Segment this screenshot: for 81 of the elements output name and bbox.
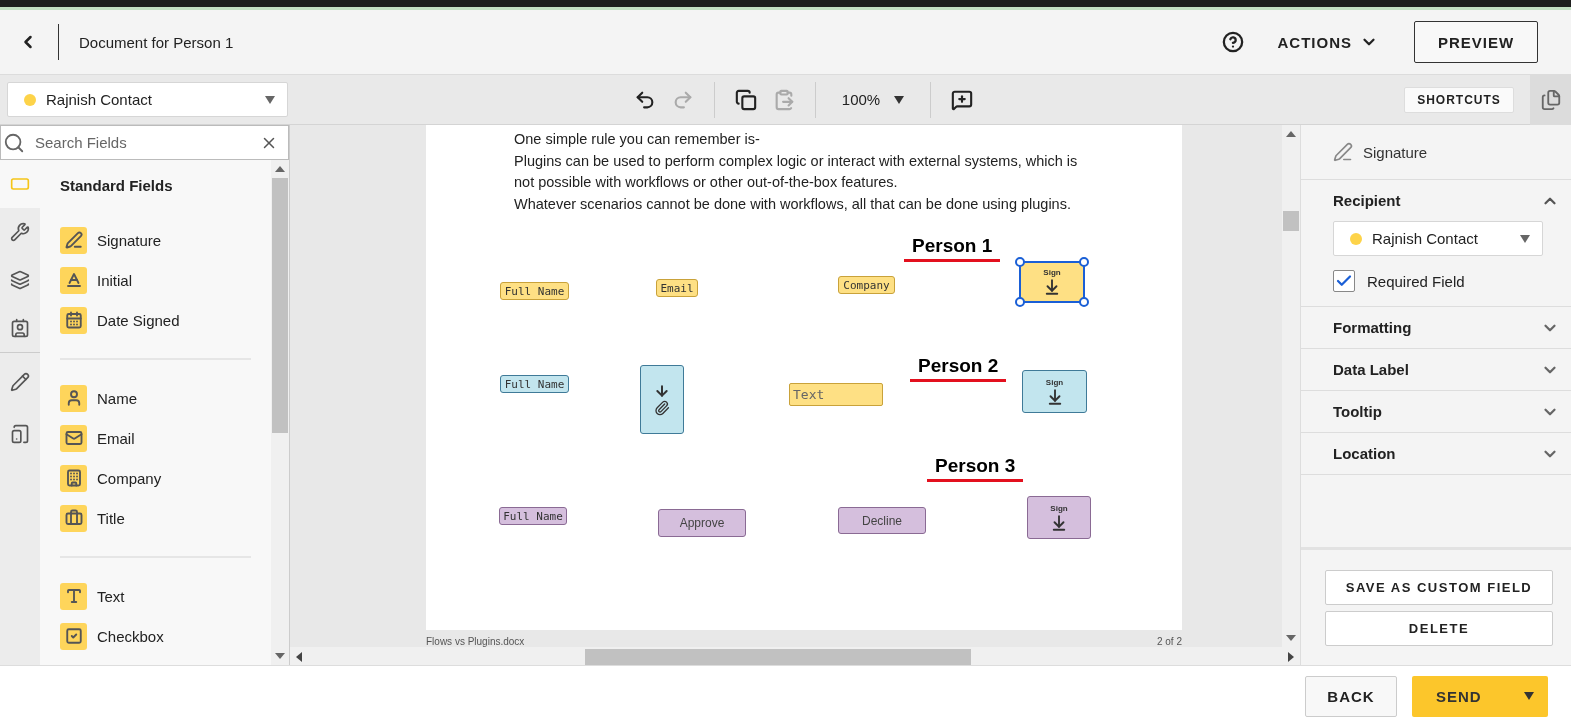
form-button-field[interactable]: Decline [838,507,926,534]
person-label: Person 2 [910,355,1007,382]
caret-icon [265,95,275,104]
field-list-item[interactable]: Signature [60,220,251,260]
field-list-item[interactable]: Text [60,576,251,616]
scrollbar-thumb[interactable] [585,648,971,666]
section-header[interactable]: Data Label [1333,349,1559,390]
signature-field[interactable]: Sign [1027,496,1091,539]
calendar-icon [60,306,87,334]
down-arrow-icon [654,383,670,399]
resize-handle[interactable] [1079,257,1089,267]
section-header[interactable]: Formatting [1333,307,1559,348]
recipient-select[interactable]: Rajnish Contact [7,82,288,117]
paperclip-icon [654,400,670,416]
resize-handle[interactable] [1015,257,1025,267]
field-list-item[interactable]: Email [60,418,251,458]
field-list-item[interactable]: Name [60,378,251,418]
download-arrow-icon [1043,278,1061,296]
person-label: Person 3 [927,455,1024,482]
document-title: Document for Person 1 [79,33,235,51]
search-icon [3,131,25,154]
building-icon [60,464,87,492]
search-box[interactable]: Search Fields [0,125,289,160]
person-label: Person 1 [904,235,1001,262]
section-title: Standard Fields [60,177,174,194]
document-paragraph: Plugins can be used to perform complex logic or interact with external systems, which is not possible with workflows or other out-of-the-box features. [514,151,1079,192]
pen-icon [1333,142,1353,162]
name-field-tag[interactable]: Company [838,276,895,294]
briefcase-icon [60,504,87,532]
back-button[interactable]: BACK [1305,675,1397,717]
zoom-dropdown[interactable]: 100% [827,91,919,108]
actions-menu-button[interactable]: ACTIONS [1271,32,1384,52]
caret-icon [894,95,905,104]
field-list-item[interactable]: Checkbox [60,616,251,656]
checkbox-icon [60,622,87,650]
field-type-label: Signature [1363,143,1428,161]
scrollbar-thumb[interactable] [272,178,288,433]
checkbox-label: Required Field [1367,272,1465,290]
signature-field[interactable]: Sign [1022,370,1087,413]
caret-icon [1524,692,1534,700]
form-button-field[interactable]: Approve [658,509,746,537]
add-comment-icon[interactable] [951,88,974,111]
name-field-tag[interactable]: Full Name [500,282,569,300]
field-list-item[interactable]: Title [60,498,251,538]
search-field[interactable]: Search Fields [33,133,252,152]
letter-icon [60,266,87,294]
name-field-tag[interactable]: Full Name [499,507,567,525]
help-icon[interactable] [1221,31,1244,53]
panel-button[interactable]: DELETE [1325,611,1553,646]
checkbox[interactable] [1333,270,1355,292]
resize-handle[interactable] [1079,297,1089,307]
recipient-select[interactable]: Rajnish Contact [1333,221,1543,256]
field-list-item[interactable]: Initial [60,260,251,300]
section-header[interactable]: Recipient [1333,180,1559,221]
text-input-field[interactable]: Text [789,383,883,406]
panel-button[interactable]: SAVE AS CUSTOM FIELD [1325,570,1553,605]
shortcuts-button[interactable]: SHORTCUTS [1404,86,1514,113]
copy-icon[interactable] [734,88,757,111]
field-list-item[interactable]: Company [60,458,251,498]
resize-handle[interactable] [1015,297,1025,307]
scrollbar-thumb[interactable] [1283,211,1299,231]
download-arrow-icon [1050,513,1068,532]
attachment-field[interactable] [640,365,684,434]
field-rectangle-icon[interactable] [0,160,40,208]
preview-button[interactable]: PREVIEW [1414,21,1538,63]
document-paragraph: One simple rule you can remember is- [514,130,761,149]
document-paragraph: Whatever scenarios cannot be done with workflows, all that can be done using plugins. [514,194,1072,214]
caret-icon [1520,234,1530,243]
send-button[interactable]: SEND [1412,675,1548,717]
section-header[interactable]: Tooltip [1333,391,1559,432]
pen-icon [60,226,87,254]
name-field-tag[interactable]: Full Name [500,375,569,393]
pages-icon[interactable] [1530,74,1571,125]
field-list-item[interactable]: Date Signed [60,300,251,340]
section-header[interactable]: Location [1333,433,1559,474]
page-count: 2 of 2 [1156,636,1182,647]
name-field-tag[interactable]: Email [656,279,698,297]
file-name: Flows vs Plugins.docx [426,636,525,647]
text-icon [60,582,87,610]
envelope-icon [60,424,87,452]
person-icon [60,384,87,412]
